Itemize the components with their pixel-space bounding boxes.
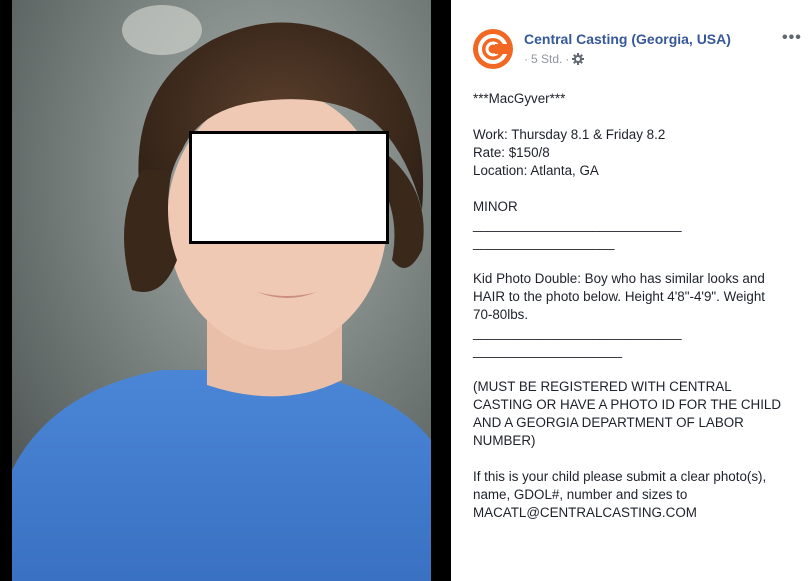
post-meta: · 5 Std. · — [524, 52, 585, 66]
location: Location: Atlanta, GA — [473, 163, 599, 178]
photo-viewer — [0, 0, 451, 581]
requirements-line: CASTING OR HAVE A PHOTO ID FOR THE CHILD — [473, 397, 782, 412]
divider-line: ____________________________ — [473, 217, 682, 232]
post-title: ***MacGyver*** — [473, 91, 566, 106]
redaction-box — [189, 131, 389, 244]
divider-line: ___________________ — [473, 235, 615, 250]
meta-separator: · — [524, 52, 528, 66]
child-photo[interactable] — [12, 0, 431, 581]
instructions-line: If this is your child please submit a cl… — [473, 469, 767, 484]
description-line: Kid Photo Double: Boy who has similar lo… — [473, 271, 765, 286]
meta-separator: · — [565, 52, 570, 66]
requirements-line: NUMBER) — [473, 433, 536, 448]
central-casting-logo-icon — [473, 29, 513, 69]
pay-rate: Rate: $150/8 — [473, 145, 550, 160]
work-dates: Work: Thursday 8.1 & Friday 8.2 — [473, 127, 666, 142]
minor-label: MINOR — [473, 199, 518, 214]
divider-line: ____________________ — [473, 343, 622, 358]
requirements-line: (MUST BE REGISTERED WITH CENTRAL — [473, 379, 732, 394]
requirements-line: AND A GEORGIA DEPARTMENT OF LABOR — [473, 415, 744, 430]
description-line: HAIR to the photo below. Height 4'8"-4'9… — [473, 289, 766, 304]
post-timestamp[interactable]: 5 Std. — [531, 52, 562, 66]
page-avatar[interactable] — [473, 29, 513, 69]
child-photo-illustration — [12, 0, 431, 581]
description-line: 70-80lbs. — [473, 307, 529, 322]
gear-icon[interactable] — [572, 53, 585, 65]
more-options-icon[interactable]: ••• — [782, 29, 802, 47]
divider-line: ____________________________ — [473, 325, 682, 340]
instructions-line: name, GDOL#, number and sizes to — [473, 487, 688, 502]
contact-email[interactable]: MACATL@CENTRALCASTING.COM — [473, 504, 803, 522]
page-name-link[interactable]: Central Casting (Georgia, USA) — [524, 31, 731, 47]
post-text: ***MacGyver*** Work: Thursday 8.1 & Frid… — [473, 90, 803, 522]
